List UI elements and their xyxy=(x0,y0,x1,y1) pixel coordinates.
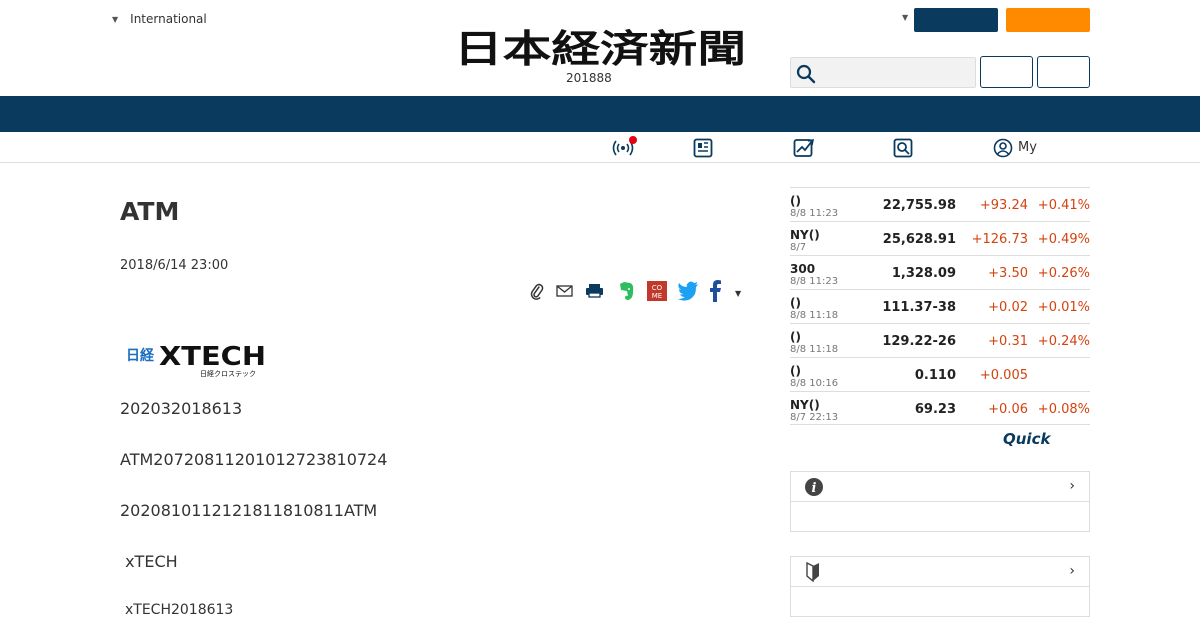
market-name: NY() xyxy=(790,398,820,412)
sidebar-box-info: i › xyxy=(790,471,1090,532)
article-paragraph: ATM20720811201012723810724 xyxy=(120,450,388,469)
market-change: +0.005 xyxy=(979,368,1028,383)
market-change: +3.50 xyxy=(988,266,1028,281)
market-row[interactable]: NY() 8/7 25,628.91 +126.73 +0.49% xyxy=(790,221,1090,255)
market-change: +0.02 xyxy=(988,300,1028,315)
market-name: NY() xyxy=(790,228,820,242)
region-selector[interactable]: ▼ International xyxy=(112,12,207,26)
sub-nav: My xyxy=(0,132,1200,163)
market-data-table: () 8/8 11:23 22,755.98 +93.24 +0.41% NY(… xyxy=(790,187,1090,425)
caret-down-icon: ▼ xyxy=(112,14,119,24)
chart-icon[interactable] xyxy=(793,138,815,162)
svg-text:XTECH: XTECH xyxy=(159,342,266,372)
info-icon: i xyxy=(804,477,824,501)
svg-text:日本経済新聞: 日本経済新聞 xyxy=(454,28,746,68)
register-button[interactable] xyxy=(1037,56,1090,88)
market-change: +0.06 xyxy=(988,402,1028,417)
market-time: 8/7 22:13 xyxy=(790,412,839,423)
market-name: () xyxy=(790,330,801,344)
market-row[interactable]: () 8/8 11:23 22,755.98 +93.24 +0.41% xyxy=(790,187,1090,221)
market-percent: +0.41% xyxy=(1037,198,1090,213)
article-date: 2018/6/14 23:00 xyxy=(120,258,229,273)
market-time: 8/8 10:16 xyxy=(790,378,839,389)
search-icon[interactable] xyxy=(796,64,816,84)
market-time: 8/7 xyxy=(790,242,807,253)
market-value: 0.110 xyxy=(914,368,956,383)
logo-subtitle: 201888 xyxy=(566,71,612,85)
market-change: +126.73 xyxy=(971,232,1028,247)
market-time: 8/8 11:18 xyxy=(790,344,839,355)
market-row[interactable]: () 8/8 11:18 129.22-26 +0.31 +0.24% xyxy=(790,323,1090,357)
trial-button[interactable] xyxy=(1006,8,1090,32)
market-percent: +0.01% xyxy=(1037,300,1090,315)
market-name: 300 xyxy=(790,262,816,276)
market-row[interactable]: () 8/8 11:18 111.37-38 +0.02 +0.01% xyxy=(790,289,1090,323)
market-value: 129.22-26 xyxy=(882,334,956,349)
more-caret-icon[interactable]: ▼ xyxy=(735,289,741,298)
market-value: 111.37-38 xyxy=(882,300,956,315)
user-icon[interactable] xyxy=(993,138,1013,162)
svg-text:CO: CO xyxy=(652,284,663,292)
site-header: ▼ International 日本経済新聞 201888 ▼ xyxy=(0,0,1200,96)
market-time: 8/8 11:18 xyxy=(790,310,839,321)
main-nav-bar xyxy=(0,96,1200,132)
article-title: ATM xyxy=(120,197,180,226)
sidebar-box-beginner: › xyxy=(790,556,1090,617)
my-page-link[interactable]: My xyxy=(1018,140,1037,155)
twitter-icon[interactable] xyxy=(677,281,699,305)
market-percent: +0.26% xyxy=(1037,266,1090,281)
market-row[interactable]: 300 8/8 11:23 1,328.09 +3.50 +0.26% xyxy=(790,255,1090,289)
search-icon[interactable] xyxy=(893,138,913,162)
login-button[interactable] xyxy=(980,56,1033,88)
xtech-logo: 日経 XTECH 日経クロステック xyxy=(126,340,268,378)
clip-icon[interactable] xyxy=(528,282,546,304)
paper-icon[interactable] xyxy=(693,138,713,162)
market-value: 69.23 xyxy=(914,402,956,417)
sidebar-box-header[interactable]: i › xyxy=(791,472,1089,502)
market-change: +0.31 xyxy=(988,334,1028,349)
chevron-right-icon: › xyxy=(1069,563,1075,579)
market-row[interactable]: () 8/8 10:16 0.110 +0.005 xyxy=(790,357,1090,391)
article-paragraph: 2020810112121811810811ATM xyxy=(120,501,378,520)
market-change: +93.24 xyxy=(979,198,1028,213)
chevron-right-icon: › xyxy=(1069,478,1075,494)
market-percent: +0.49% xyxy=(1037,232,1090,247)
market-time: 8/8 11:23 xyxy=(790,276,839,287)
market-name: () xyxy=(790,364,801,378)
print-icon[interactable] xyxy=(584,283,606,303)
beginner-mark-icon xyxy=(804,561,822,586)
svg-text:ME: ME xyxy=(652,292,662,300)
caret-down-icon[interactable]: ▼ xyxy=(902,13,908,22)
market-percent: +0.08% xyxy=(1037,402,1090,417)
article-paragraph: 202032018613 xyxy=(120,399,243,418)
market-value: 1,328.09 xyxy=(891,266,956,281)
svg-text:i: i xyxy=(812,481,817,496)
market-value: 25,628.91 xyxy=(882,232,956,247)
facebook-icon[interactable] xyxy=(708,280,722,306)
market-time: 8/8 11:23 xyxy=(790,208,839,219)
sidebar-box-header[interactable]: › xyxy=(791,557,1089,587)
market-name: () xyxy=(790,194,801,208)
share-bar: CO ME ▼ xyxy=(528,280,750,306)
market-percent: +0.24% xyxy=(1037,334,1090,349)
market-name: () xyxy=(790,296,801,310)
subscribe-button[interactable] xyxy=(914,8,998,32)
come-icon[interactable]: CO ME xyxy=(646,280,668,306)
search-input[interactable] xyxy=(790,57,976,88)
mail-icon[interactable] xyxy=(555,283,575,303)
market-row[interactable]: NY() 8/7 22:13 69.23 +0.06 +0.08% xyxy=(790,391,1090,425)
site-logo[interactable]: 日本経済新聞 xyxy=(452,26,748,71)
evernote-icon[interactable] xyxy=(615,280,637,306)
notification-dot xyxy=(629,136,637,144)
svg-text:日経: 日経 xyxy=(126,347,155,364)
region-label: International xyxy=(130,12,207,26)
market-value: 22,755.98 xyxy=(882,198,956,213)
svg-text:日経クロステック: 日経クロステック xyxy=(200,369,256,378)
article-paragraph: xTECH xyxy=(120,552,178,571)
quick-logo[interactable]: Quick xyxy=(1003,430,1050,448)
article-paragraph: xTECH2018613 xyxy=(125,602,234,618)
